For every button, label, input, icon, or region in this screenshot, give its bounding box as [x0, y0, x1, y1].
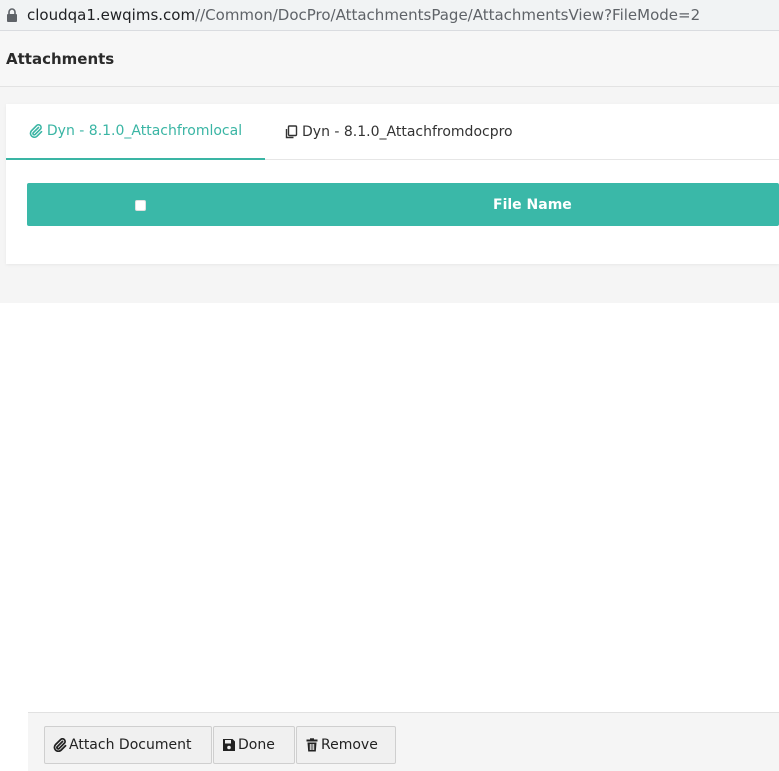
- lock-icon: [6, 8, 18, 22]
- attachments-card: Dyn - 8.1.0_Attachfromlocal Dyn - 8.1.0_…: [6, 104, 779, 264]
- trash-icon: [305, 738, 319, 752]
- remove-button[interactable]: Remove: [296, 726, 396, 764]
- attach-document-button[interactable]: Attach Document: [44, 726, 212, 764]
- done-label: Done: [238, 737, 275, 753]
- footer-toolbar: Attach Document Done Remove: [28, 712, 779, 771]
- select-all-checkbox[interactable]: [135, 200, 146, 211]
- url-path: //Common/DocPro/AttachmentsPage/Attachme…: [195, 6, 701, 24]
- table-header-row: File Name: [27, 183, 779, 226]
- tab-label: Dyn - 8.1.0_Attachfromdocpro: [302, 124, 513, 140]
- column-header-file-name[interactable]: File Name: [493, 183, 572, 226]
- done-button[interactable]: Done: [213, 726, 295, 764]
- copy-icon: [284, 125, 298, 139]
- page-title: Attachments: [6, 49, 115, 68]
- url-host: cloudqa1.ewqims.com: [27, 6, 196, 24]
- content-area: Dyn - 8.1.0_Attachfromlocal Dyn - 8.1.0_…: [0, 87, 779, 303]
- browser-address-bar[interactable]: cloudqa1.ewqims.com//Common/DocPro/Attac…: [0, 0, 779, 31]
- attach-document-label: Attach Document: [69, 737, 192, 753]
- paperclip-icon: [53, 737, 67, 753]
- tab-bar: Dyn - 8.1.0_Attachfromlocal Dyn - 8.1.0_…: [6, 104, 779, 160]
- remove-label: Remove: [321, 737, 378, 753]
- paperclip-icon: [29, 124, 43, 139]
- save-icon: [222, 738, 236, 752]
- tab-label: Dyn - 8.1.0_Attachfromlocal: [46, 123, 243, 139]
- tab-attach-from-docpro[interactable]: Dyn - 8.1.0_Attachfromdocpro: [284, 104, 513, 160]
- page-header: Attachments: [0, 31, 779, 87]
- tab-attach-from-local[interactable]: Dyn - 8.1.0_Attachfromlocal: [6, 104, 265, 160]
